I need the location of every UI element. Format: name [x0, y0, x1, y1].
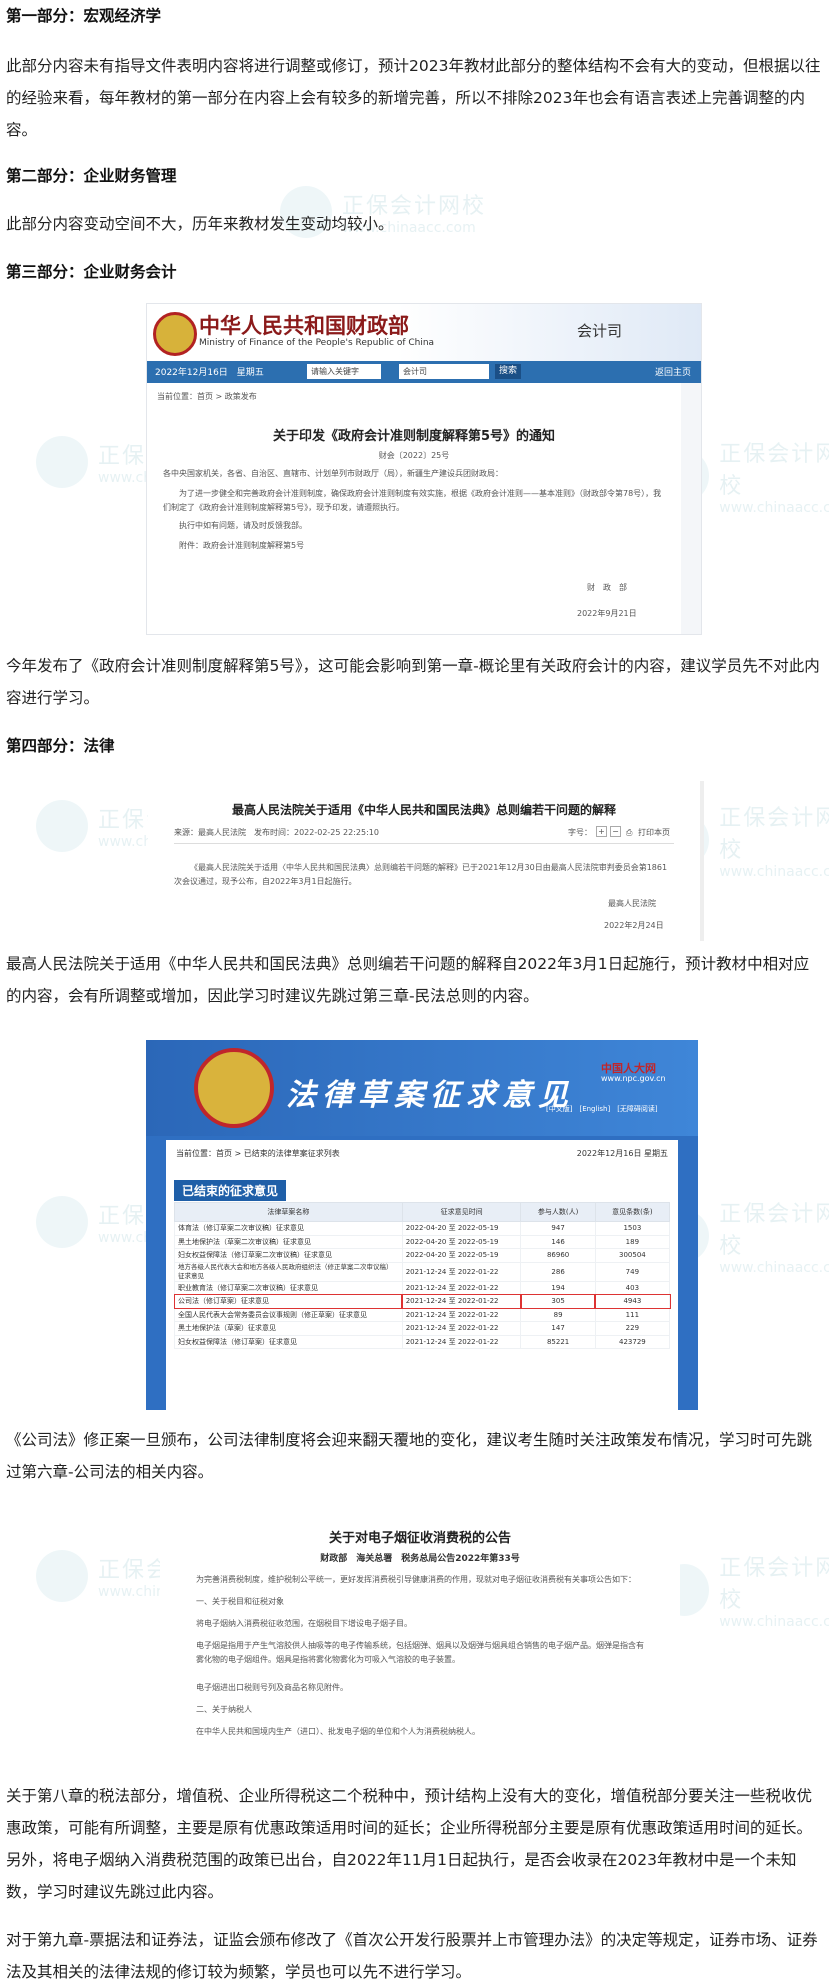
watermark: 正保会计网校www.chinaacc.com [660, 1550, 829, 1630]
clause-text: 电子烟进出口税则号列及商品名称见附件。 [196, 1683, 348, 1692]
tax-announcement-screenshot: 关于对电子烟征收消费税的公告 财政部 海关总署 税务总局公告2022年第33号 … [160, 1505, 680, 1755]
mof-body: 当前位置：首页 > 政策发布 关于印发《政府会计准则制度解释第5号》的通知 财会… [147, 383, 681, 634]
signer: 财 政 部 [587, 583, 627, 592]
notice-contact: 执行中如有问题，请及时反馈我部。 [179, 521, 307, 530]
table-row[interactable]: 黑土地保护法（草案）征求意见 2021-12-24 至 2022-01-22 147… [174, 1321, 671, 1336]
table-row[interactable]: 妇女权益保障法（修订草案）征求意见 2021-12-24 至 2022-01-22… [174, 1334, 671, 1349]
document-number: 财会〔2022〕25号 [378, 451, 450, 460]
source-and-time: 来源：最高人民法院 发布时间：2022-02-25 22:25:10 [174, 828, 379, 837]
paragraph: 此部分内容未有指导文件表明内容将进行调整或修订，预计2023年教材此部分的整体结… [6, 57, 821, 139]
table-row[interactable]: 黑土地保护法（草案二次审议稿）征求意见 2022-04-20 至 2022-05-… [174, 1234, 671, 1249]
divider [174, 843, 674, 844]
table-row[interactable]: 地方各级人民代表大会和地方各级人民政府组织法（修正草案二次审议稿）征求意见 202… [174, 1261, 671, 1282]
current-date: 2022年12月16日 星期五 [576, 1149, 668, 1158]
clause-heading: 二、关于纳税人 [196, 1705, 252, 1714]
announcement-number: 财政部 海关总署 税务总局公告2022年第33号 [320, 1554, 520, 1564]
clause-heading: 一、关于税目和征税对象 [196, 1597, 284, 1606]
return-home-link[interactable]: 返回主页 [655, 365, 691, 378]
watermark-logo-icon [36, 1550, 88, 1602]
font-increase-icon[interactable]: + [596, 826, 607, 837]
department-name: 会计司 [577, 322, 623, 340]
npc-drafts-screenshot: 法律草案征求意见 中国人大网 www.npc.gov.cn [中文版] [Eng… [146, 1040, 698, 1410]
npc-url: www.npc.gov.cn [601, 1074, 666, 1083]
signer: 最高人民法院 [608, 899, 656, 908]
notice-body: 为了进一步健全和完善政府会计准则制度，确保政府会计准则制度有效实施，根据《政府会… [163, 489, 662, 512]
paragraph: 此部分内容变动空间不大，历年来教材发生变动均较小。 [6, 215, 394, 233]
sign-date: 2022年9月21日 [577, 609, 637, 618]
language-links[interactable]: [中文版] [English] [无障碍阅读] [546, 1104, 658, 1114]
watermark-logo-icon [36, 800, 88, 852]
mof-navbar: 2022年12月16日 星期五 请输入关键字 会计司 搜索 返回主页 [147, 361, 701, 383]
drafts-table: 法律草案名称 征求意见时间 参与人数(人) 意见条数(条) 体育法（修订草案二次… [173, 1202, 671, 1349]
clause-text: 在中华人民共和国境内生产（进口）、批发电子烟的单位和个人为消费税纳税人。 [196, 1727, 480, 1736]
paragraph: 关于第八章的税法部分，增值税、企业所得税这二个税种中，预计结构上没有大的变化，增… [6, 1787, 813, 1901]
mof-header: 中华人民共和国财政部 Ministry of Finance of the Pe… [147, 304, 701, 361]
section-heading: 第二部分：企业财务管理 [6, 167, 177, 185]
section-heading: 第四部分：法律 [6, 737, 115, 755]
paragraph: 对于第九章-票据法和证券法，证监会颁布修改了《首次公开发行股票并上市管理办法》的… [6, 1931, 818, 1981]
national-emblem-icon [153, 312, 197, 356]
notice-title: 关于印发《政府会计准则制度解释第5号》的通知 [272, 429, 556, 444]
banner-title: 法律草案征求意见 [286, 1078, 574, 1113]
paragraph: 《公司法》修正案一旦颁布，公司法律制度将会迎来翻天覆地的变化，建议考生随时关注政… [6, 1431, 813, 1481]
interpretation-title: 最高人民法院关于适用《中华人民共和国民法典》总则编若干问题的解释 [231, 803, 616, 817]
breadcrumb: 当前位置：首页 > 已结束的法律草案征求列表 [176, 1149, 340, 1158]
watermark-logo-icon [36, 1196, 88, 1248]
sign-date: 2022年2月24日 [604, 921, 664, 930]
section-heading: 第一部分：宏观经济学 [6, 7, 162, 25]
notice-attachment[interactable]: 附件：政府会计准则制度解释第5号 [179, 539, 304, 553]
site-subtitle: Ministry of Finance of the People's Repu… [199, 338, 435, 348]
addressee: 各中央国家机关，各省、自治区、直辖市、计划单列市财政厅（局），新疆生产建设兵团财… [163, 469, 503, 478]
print-link[interactable]: 打印本页 [638, 826, 670, 840]
font-decrease-icon[interactable]: − [610, 826, 621, 837]
clause-text: 将电子烟纳入消费税征收范围，在烟税目下增设电子烟子目。 [196, 1619, 412, 1628]
watermark-logo-icon [36, 436, 88, 488]
current-date: 2022年12月16日 星期五 [155, 368, 264, 378]
search-scope-select[interactable]: 会计司 [399, 364, 489, 379]
npc-panel: 当前位置：首页 > 已结束的法律草案征求列表 2022年12月16日 星期五 已… [166, 1140, 678, 1410]
interpretation-body: 《最高人民法院关于适用〈中华人民共和国民法典〉总则编若干问题的解释》已于2021… [174, 863, 668, 886]
announcement-intro: 为完善消费税制度，维护税制公平统一，更好发挥消费税引导健康消费的作用，现就对电子… [196, 1575, 636, 1584]
table-row[interactable]: 全国人民代表大会常务委员会议事规则（修正草案）征求意见 2021-12-24 至 … [174, 1307, 671, 1322]
column-header: 法律草案名称 [174, 1202, 403, 1222]
table-row[interactable]: 职业教育法（修订草案二次审议稿）征求意见 2021-12-24 至 2022-01… [174, 1280, 671, 1295]
print-icon[interactable]: ⎙ [626, 826, 632, 840]
font-size-label: 字号： [568, 828, 592, 837]
section-title: 已结束的征求意见 [174, 1180, 287, 1201]
clause-text: 电子烟是指用于产生气溶胶供人抽吸等的电子传输系统，包括烟弹、烟具以及烟弹与烟具组… [196, 1641, 644, 1664]
table-row-highlighted[interactable]: 公司法（修订草案）征求意见 2021-12-24 至 2022-01-22 305 4… [173, 1293, 671, 1309]
paragraph: 最高人民法院关于适用《中华人民共和国民法典》总则编若干问题的解释自2022年3月… [6, 955, 810, 1005]
table-row[interactable]: 体育法（修订草案二次审议稿）征求意见 2022-04-20 至 2022-05-1… [174, 1221, 671, 1236]
search-button[interactable]: 搜索 [495, 364, 521, 379]
court-interpretation-screenshot: 最高人民法院关于适用《中华人民共和国民法典》总则编若干问题的解释 来源：最高人民… [148, 781, 704, 941]
search-input[interactable]: 请输入关键字 [307, 364, 381, 379]
site-title: 中华人民共和国财政部 [199, 313, 409, 338]
paragraph: 今年发布了《政府会计准则制度解释第5号》，这可能会影响到第一章-概论里有关政府会… [6, 657, 820, 707]
column-header: 参与人数(人) [520, 1202, 596, 1222]
npc-banner: 法律草案征求意见 中国人大网 www.npc.gov.cn [中文版] [Eng… [146, 1040, 698, 1136]
column-header: 意见条数(条) [594, 1202, 671, 1222]
breadcrumb: 当前位置：首页 > 政策发布 [157, 392, 257, 401]
section-heading: 第三部分：企业财务会计 [6, 263, 177, 281]
mof-notice-screenshot: 中华人民共和国财政部 Ministry of Finance of the Pe… [146, 303, 702, 635]
national-emblem-icon [194, 1048, 274, 1128]
column-header: 征求意见时间 [401, 1202, 522, 1222]
announcement-title: 关于对电子烟征收消费税的公告 [328, 1531, 511, 1546]
table-row[interactable]: 妇女权益保障法（修订草案二次审议稿）征求意见 2022-04-20 至 2022-… [174, 1248, 671, 1263]
